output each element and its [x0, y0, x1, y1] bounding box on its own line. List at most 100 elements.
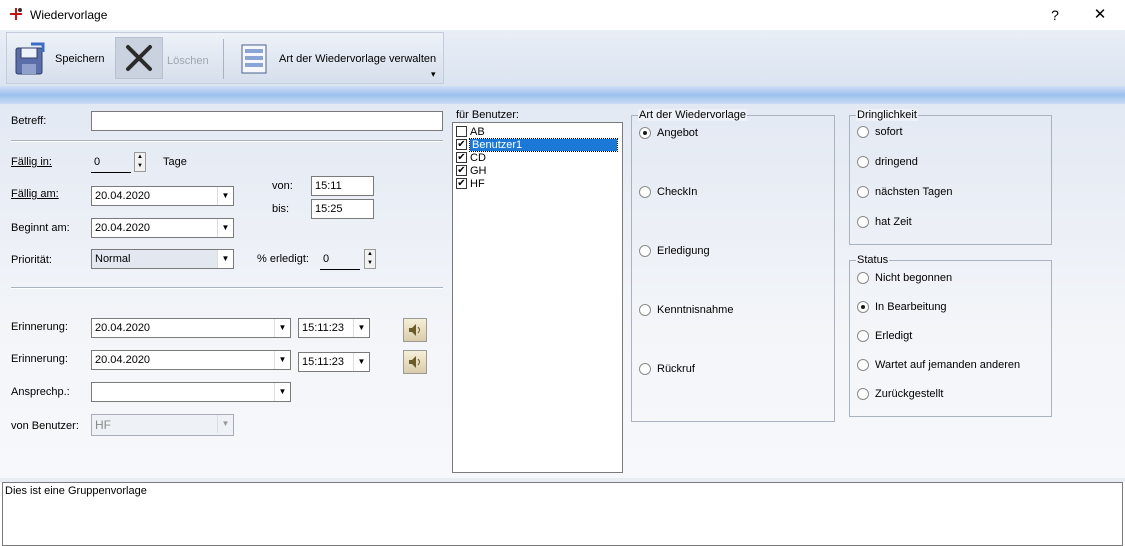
manage-art-button[interactable]: Art der Wiedervorlage verwalten	[235, 37, 436, 81]
status-option[interactable]: Nicht begonnen	[857, 272, 952, 284]
betreff-input[interactable]	[91, 111, 443, 131]
radio-icon	[857, 330, 869, 342]
checkbox[interactable]: ✔	[456, 152, 467, 163]
art-option-label: Erledigung	[657, 245, 710, 257]
erinnerung1-time-dropdown[interactable]: 15:11:23 ▼	[298, 318, 370, 338]
art-option[interactable]: Kenntnisnahme	[639, 304, 733, 316]
radio-icon	[639, 363, 651, 375]
note-textarea[interactable]: Dies ist eine Gruppenvorlage	[2, 482, 1123, 546]
list-item[interactable]: ✔ CD	[456, 151, 486, 164]
chevron-down-icon[interactable]: ▼	[217, 187, 233, 205]
header-band	[0, 86, 1125, 104]
art-option[interactable]: Angebot	[639, 127, 698, 139]
art-title: Art der Wiedervorlage	[638, 109, 747, 121]
erinnerung2-time-dropdown[interactable]: 15:11:23 ▼	[298, 352, 370, 372]
chevron-down-icon[interactable]: ▼	[274, 319, 290, 337]
dringlichkeit-option-label: hat Zeit	[875, 216, 912, 228]
list-manage-icon	[235, 40, 273, 78]
status-option[interactable]: Wartet auf jemanden anderen	[857, 359, 1020, 371]
art-option[interactable]: Erledigung	[639, 245, 710, 257]
list-item[interactable]: ✔ Benutzer1	[456, 137, 618, 152]
radio-icon	[857, 186, 869, 198]
von-benutzer-dropdown: HF ▼	[91, 414, 234, 436]
user-label: HF	[470, 177, 485, 190]
dringlichkeit-option[interactable]: sofort	[857, 126, 903, 138]
radio-icon	[857, 216, 869, 228]
help-button[interactable]: ?	[1044, 5, 1066, 25]
erledigt-input[interactable]: 0	[320, 250, 360, 270]
toolbar-separator	[223, 39, 224, 79]
radio-icon	[639, 127, 651, 139]
speaker-icon[interactable]	[403, 350, 427, 374]
checkbox[interactable]: ✔	[456, 178, 467, 189]
chevron-down-icon[interactable]: ▼	[217, 219, 233, 237]
beginnt-am-dropdown[interactable]: 20.04.2020 ▼	[91, 218, 234, 238]
tage-label: Tage	[163, 156, 187, 168]
prioritaet-dropdown[interactable]: Normal ▼	[91, 249, 234, 269]
faellig-in-stepper[interactable]: ▲ ▼	[134, 152, 146, 172]
von-benutzer-label: von Benutzer:	[11, 420, 79, 432]
users-title: für Benutzer:	[456, 109, 519, 121]
chevron-down-icon[interactable]: ▼	[274, 383, 290, 401]
art-option-label: CheckIn	[657, 186, 698, 198]
faellig-am-dropdown[interactable]: 20.04.2020 ▼	[91, 186, 234, 206]
status-option-label: Wartet auf jemanden anderen	[875, 359, 1021, 371]
status-option[interactable]: Erledigt	[857, 330, 912, 342]
chevron-down-icon[interactable]: ▼	[353, 353, 369, 371]
app-pin-icon	[8, 6, 24, 22]
dringlichkeit-title: Dringlichkeit	[856, 109, 918, 121]
close-button[interactable]: ✕	[1088, 5, 1112, 25]
dringlichkeit-option-label: dringend	[875, 156, 918, 168]
user-list[interactable]: AB ✔ Benutzer1 ✔ CD ✔ GH ✔ HF	[452, 122, 623, 473]
radio-icon	[639, 186, 651, 198]
checkbox[interactable]	[456, 126, 467, 137]
dringlichkeit-option[interactable]: hat Zeit	[857, 216, 912, 228]
checkbox[interactable]: ✔	[456, 139, 467, 150]
art-group: Art der Wiedervorlage Angebot CheckIn Er…	[631, 109, 835, 422]
beginnt-am-value: 20.04.2020	[95, 222, 151, 234]
toolbar-overflow-chevron-icon[interactable]: ▾	[431, 69, 436, 80]
chevron-down-icon[interactable]: ▼	[353, 319, 369, 337]
ansprechp-dropdown[interactable]: ▼	[91, 382, 291, 402]
faellig-am-value: 20.04.2020	[95, 190, 151, 202]
status-option[interactable]: In Bearbeitung	[857, 301, 947, 313]
status-option-label: Erledigt	[875, 330, 913, 342]
list-item[interactable]: AB	[456, 125, 485, 138]
dringlichkeit-option[interactable]: dringend	[857, 156, 918, 168]
von-time-input[interactable]: 15:11	[311, 176, 374, 196]
user-label: AB	[470, 125, 485, 138]
radio-icon	[857, 388, 869, 400]
radio-icon	[857, 126, 869, 138]
erledigt-stepper[interactable]: ▲ ▼	[364, 249, 376, 269]
list-item[interactable]: ✔ GH	[456, 164, 487, 177]
bis-label: bis:	[272, 203, 290, 215]
radio-icon	[857, 272, 869, 284]
von-benutzer-value: HF	[95, 418, 111, 432]
erinnerung2-date-dropdown[interactable]: 20.04.2020 ▼	[91, 350, 291, 370]
checkbox[interactable]: ✔	[456, 165, 467, 176]
status-option-label: Nicht begonnen	[875, 272, 953, 284]
radio-icon	[639, 304, 651, 316]
erinnerung1-date: 20.04.2020	[95, 322, 151, 334]
speaker-icon[interactable]	[403, 318, 427, 342]
chevron-down-icon[interactable]: ▼	[217, 250, 233, 268]
delete-button[interactable]	[115, 37, 163, 79]
save-button[interactable]: Speichern	[11, 37, 105, 81]
delete-label: Löschen	[167, 55, 209, 67]
bis-time-input[interactable]: 15:25	[311, 199, 374, 219]
status-option[interactable]: Zurückgestellt	[857, 388, 943, 400]
radio-icon	[857, 156, 869, 168]
betreff-label: Betreff:	[11, 115, 47, 127]
chevron-down-icon[interactable]: ▼	[274, 351, 290, 369]
manage-art-label: Art der Wiedervorlage verwalten	[279, 53, 437, 65]
list-item[interactable]: ✔ HF	[456, 177, 485, 190]
art-option[interactable]: CheckIn	[639, 186, 697, 198]
faellig-in-input[interactable]: 0	[91, 153, 131, 173]
art-option[interactable]: Rückruf	[639, 363, 695, 375]
erinnerung1-date-dropdown[interactable]: 20.04.2020 ▼	[91, 318, 291, 338]
radio-icon	[857, 359, 869, 371]
art-option-label: Angebot	[657, 127, 698, 139]
dringlichkeit-option[interactable]: nächsten Tagen	[857, 186, 952, 198]
erinnerung2-date: 20.04.2020	[95, 354, 151, 366]
divider	[11, 140, 443, 142]
